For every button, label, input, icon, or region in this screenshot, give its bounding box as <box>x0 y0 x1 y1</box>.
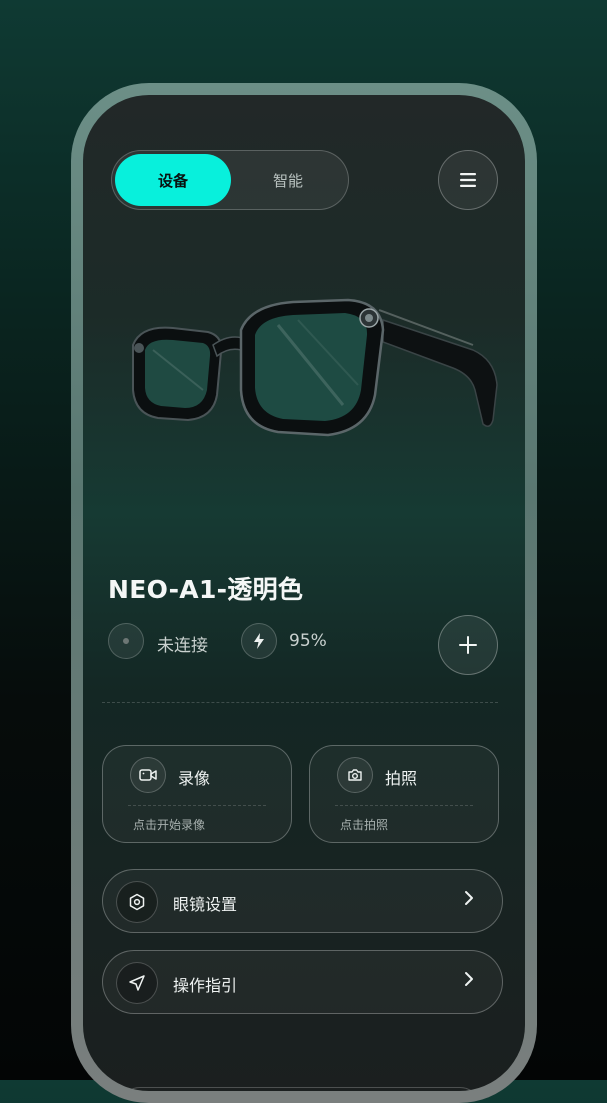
hamburger-icon <box>460 173 476 187</box>
lightning-bolt-icon <box>254 633 264 649</box>
video-icon-badge <box>130 757 166 793</box>
connection-status-text: 未连接 <box>157 636 208 656</box>
video-icon <box>139 769 157 781</box>
settings-hexagon-icon <box>129 893 145 911</box>
card-divider <box>335 805 473 806</box>
card-divider <box>128 805 266 806</box>
battery-level-text: 95% <box>289 631 327 651</box>
camera-icon <box>348 769 362 781</box>
tab-smart[interactable]: 智能 <box>230 154 346 206</box>
plus-icon <box>459 636 477 654</box>
take-photo-title: 拍照 <box>385 769 418 788</box>
connection-status-icon <box>108 623 144 659</box>
record-video-title: 录像 <box>178 769 211 788</box>
battery-status-icon <box>241 623 277 659</box>
bottom-card-peek <box>119 1087 481 1091</box>
record-video-subtitle: 点击开始录像 <box>133 818 206 832</box>
section-divider <box>102 702 498 703</box>
menu-button[interactable] <box>438 150 498 210</box>
glasses-product-image <box>132 298 498 437</box>
record-video-card[interactable]: 录像 点击开始录像 <box>102 745 292 843</box>
navigation-arrow-icon <box>129 975 145 991</box>
operation-guide-row[interactable]: 操作指引 <box>102 950 503 1014</box>
tab-switcher: 设备 智能 <box>111 150 349 210</box>
glasses-settings-label: 眼镜设置 <box>173 895 238 914</box>
take-photo-subtitle: 点击拍照 <box>340 818 389 832</box>
dot-icon <box>123 638 129 644</box>
glasses-settings-row[interactable]: 眼镜设置 <box>102 869 503 933</box>
take-photo-card[interactable]: 拍照 点击拍照 <box>309 745 499 843</box>
phone-frame: 设备 智能 NEO-A1-透明色 未连接 95% 录像 点击开始录像 拍照 点击… <box>71 83 537 1103</box>
guide-icon-badge <box>116 962 158 1004</box>
chevron-right-icon <box>465 891 473 905</box>
camera-icon-badge <box>337 757 373 793</box>
chevron-right-icon <box>465 972 473 986</box>
settings-icon-badge <box>116 881 158 923</box>
operation-guide-label: 操作指引 <box>173 976 238 995</box>
add-device-button[interactable] <box>438 615 498 675</box>
app-screen: 设备 智能 NEO-A1-透明色 未连接 95% 录像 点击开始录像 拍照 点击… <box>83 95 525 1091</box>
tab-device[interactable]: 设备 <box>115 154 231 206</box>
device-name: NEO-A1-透明色 <box>108 575 304 604</box>
